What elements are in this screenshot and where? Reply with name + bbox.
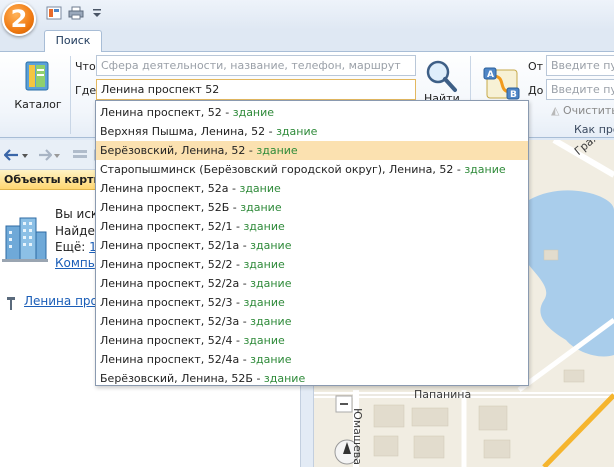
pin-icon <box>7 297 15 310</box>
suggestion-type: здание <box>256 144 298 157</box>
svg-text:A: A <box>487 70 494 80</box>
quick-access-menu-icon[interactable] <box>92 6 102 20</box>
suggestion-address: Ленина проспект, 52/1а - <box>100 239 251 252</box>
clear-label: Очистить <box>562 104 614 117</box>
app-logo[interactable]: 2 <box>2 2 36 36</box>
suggestion-item[interactable]: Берёзовский, Ленина, 52 - здание <box>96 141 528 160</box>
suggestion-item[interactable]: Ленина проспект, 52Б - здание <box>96 198 528 217</box>
list-icon[interactable] <box>72 149 88 161</box>
to-label: До <box>528 84 544 97</box>
suggestion-item[interactable]: Ленина проспект, 52/4 - здание <box>96 331 528 350</box>
from-input[interactable]: Введите путь <box>546 55 614 76</box>
suggestion-type: здание <box>243 296 285 309</box>
more-prefix: Ещё: <box>55 240 86 254</box>
where-input[interactable]: Ленина проспект 52 <box>96 79 416 100</box>
result-text-3: Ещё: 1 <box>55 240 97 254</box>
suggestion-address: Ленина проспект, 52Б - <box>100 201 241 214</box>
suggestion-item[interactable]: Берёзовский, Ленина, 52Б - здание <box>96 369 528 388</box>
companies-link[interactable]: Компь <box>55 256 95 270</box>
catalog-icon <box>25 61 49 91</box>
suggestion-address: Ленина проспект, 52/1 - <box>100 220 244 233</box>
suggestion-type: здание <box>250 353 292 366</box>
route-group-label: Как про <box>574 123 614 136</box>
suggestion-type: здание <box>240 201 282 214</box>
building-icon <box>2 217 48 262</box>
suggestion-type: здание <box>276 125 318 138</box>
ribbon-divider <box>70 56 71 134</box>
suggestion-type: здание <box>243 334 285 347</box>
suggestion-type: здание <box>243 220 285 233</box>
suggestion-item[interactable]: Ленина проспект, 52а - здание <box>96 179 528 198</box>
suggestion-address: Ленина проспект, 52/4 - <box>100 334 244 347</box>
what-label: Что <box>75 60 96 73</box>
suggestion-address: Старопышминск (Берёзовский городской окр… <box>100 163 465 176</box>
suggestion-item[interactable]: Ленина проспект, 52/3а - здание <box>96 312 528 331</box>
suggestion-item[interactable]: Ленина проспект, 52/1 - здание <box>96 217 528 236</box>
suggestion-address: Берёзовский, Ленина, 52 - <box>100 144 257 157</box>
suggestion-item[interactable]: Ленина проспект, 52 - здание <box>96 103 528 122</box>
suggestion-type: здание <box>250 277 292 290</box>
bookmark-icon[interactable] <box>46 6 62 20</box>
suggestion-address: Ленина проспект, 52 - <box>100 106 233 119</box>
print-icon[interactable] <box>68 6 84 20</box>
suggestion-type: здание <box>243 258 285 271</box>
suggestion-address: Ленина проспект, 52/4а - <box>100 353 251 366</box>
eraser-icon: ◭ <box>551 104 563 117</box>
suggestion-address: Ленина проспект, 52/3 - <box>100 296 244 309</box>
suggestion-item[interactable]: Старопышминск (Берёзовский городской окр… <box>96 160 528 179</box>
suggestion-type: здание <box>464 163 506 176</box>
street-label-yumasheva: Юмашева <box>351 408 364 465</box>
result-text-1: Вы иск <box>55 207 99 221</box>
catalog-button[interactable]: Каталог <box>12 58 64 118</box>
suggestion-type: здание <box>239 182 281 195</box>
suggestion-item[interactable]: Верхняя Пышма, Ленина, 52 - здание <box>96 122 528 141</box>
suggestion-item[interactable]: Ленина проспект, 52/1а - здание <box>96 236 528 255</box>
suggestion-address: Ленина проспект, 52а - <box>100 182 240 195</box>
from-label: От <box>528 60 544 73</box>
result-address-link[interactable]: Ленина прос <box>24 294 104 308</box>
what-input[interactable]: Сфера деятельности, название, телефон, м… <box>96 55 416 76</box>
to-input[interactable]: Введите путь <box>546 79 614 100</box>
forward-icon[interactable] <box>38 149 52 161</box>
catalog-label: Каталог <box>14 98 62 111</box>
suggestion-type: здание <box>250 315 292 328</box>
suggestion-address: Берёзовский, Ленина, 52Б - <box>100 372 264 385</box>
suggestion-type: здание <box>263 372 306 385</box>
back-icon[interactable] <box>4 149 20 161</box>
route-icon[interactable]: A B <box>483 64 521 104</box>
suggestion-item[interactable]: Ленина проспект, 52/3 - здание <box>96 293 528 312</box>
suggestion-type: здание <box>232 106 275 119</box>
suggestion-address: Ленина проспект, 52/2 - <box>100 258 244 271</box>
street-label-papanina: Папанина <box>414 388 472 401</box>
suggestion-type: здание <box>250 239 292 252</box>
suggestion-address: Ленина проспект, 52/2а - <box>100 277 251 290</box>
suggestion-item[interactable]: Ленина проспект, 52/2 - здание <box>96 255 528 274</box>
suggestion-item[interactable]: Ленина проспект, 52/2а - здание <box>96 274 528 293</box>
address-suggestions: Ленина проспект, 52 - здание Верхняя Пышм… <box>95 100 529 386</box>
search-icon[interactable] <box>424 58 458 94</box>
clear-button[interactable]: ◭ Очистить <box>551 104 614 117</box>
tab-search[interactable]: Поиск <box>44 30 102 53</box>
suggestion-item[interactable]: Ленина проспект, 52/4а - здание <box>96 350 528 369</box>
svg-text:B: B <box>510 90 517 100</box>
suggestion-address: Ленина проспект, 52/3а - <box>100 315 251 328</box>
back-dropdown-icon[interactable] <box>22 149 28 161</box>
where-label: Где <box>75 84 97 97</box>
title-bar: 2 <box>0 0 614 36</box>
forward-dropdown-icon[interactable] <box>54 149 60 161</box>
suggestion-address: Верхняя Пышма, Ленина, 52 - <box>100 125 277 138</box>
tab-row: Поиск <box>0 30 614 53</box>
